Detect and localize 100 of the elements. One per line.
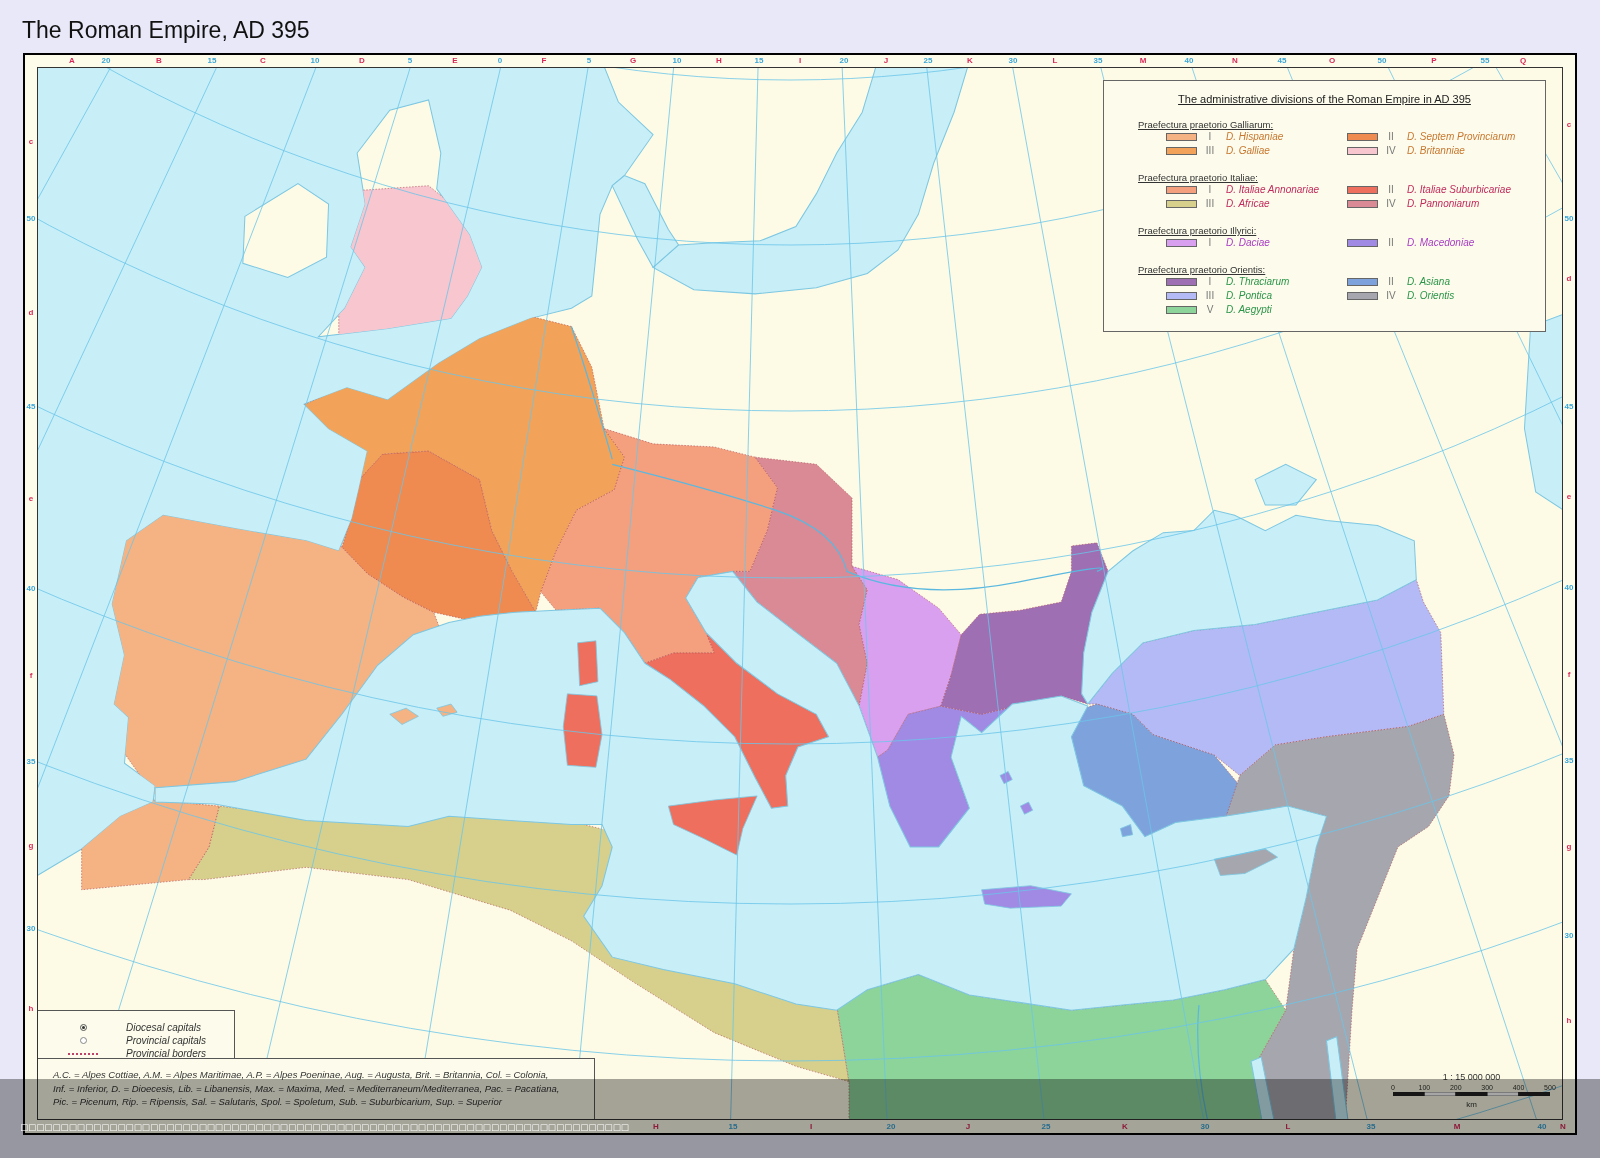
grid-label: 10	[672, 56, 682, 66]
grid-label: c	[28, 137, 34, 147]
scale-ratio: 1 : 15 000 000	[1442, 1072, 1501, 1083]
grid-label: P	[1431, 56, 1437, 66]
grid-label: 45	[26, 402, 36, 412]
diocese-name: D. Aegypti	[1226, 304, 1272, 316]
grid-label: C	[260, 56, 266, 66]
diocese-name: D. Pontica	[1226, 290, 1273, 302]
diocese-name: D. Galliae	[1226, 145, 1270, 157]
grid-label: L	[1052, 56, 1058, 66]
prefecture-heading: Praefectura praetorio Orientis:	[1137, 264, 1267, 275]
legend-title: The administrative divisions of the Roman Empire in AD 395	[1177, 93, 1472, 105]
grid-label: 30	[26, 924, 36, 934]
grid-label: B	[156, 56, 162, 66]
grid-label: g	[1566, 842, 1572, 852]
grid-label: G	[629, 56, 637, 66]
grid-label: 35	[1366, 1121, 1376, 1132]
grid-label: H	[716, 56, 722, 66]
symbol-label: Diocesal capitals	[126, 1021, 202, 1034]
prefecture-heading: Praefectura praetorio Galliarum:	[1137, 119, 1275, 130]
diocese-name: D. Septem Provinciarum	[1407, 131, 1516, 143]
grid-label: d	[1566, 274, 1572, 284]
grid-label: 40	[1564, 583, 1574, 593]
diocese-numeral: IV	[1385, 198, 1397, 210]
grid-label: 40	[1537, 1121, 1547, 1132]
grid-label: e	[28, 494, 34, 504]
grid-label: 15	[207, 56, 217, 66]
diocese-numeral: I	[1207, 184, 1213, 196]
grid-label: 20	[839, 56, 849, 66]
grid-label: 20	[101, 56, 111, 66]
symbol-label: Provincial borders	[126, 1047, 207, 1060]
grid-label: 50	[1564, 214, 1574, 224]
diocese-name: D. Hispaniae	[1226, 131, 1284, 143]
diocese-numeral: I	[1207, 237, 1213, 249]
grid-label: O	[1328, 56, 1336, 66]
grid-label: g	[28, 841, 34, 851]
grid-label: h	[28, 1004, 34, 1014]
grid-label: 0	[497, 56, 503, 66]
grid-label: 50	[1377, 56, 1387, 66]
grid-label: E	[452, 56, 458, 66]
grid-label: M	[1453, 1121, 1461, 1132]
grid-label: 35	[26, 757, 36, 767]
grid-label: 55	[1480, 56, 1490, 66]
diocese-numeral: I	[1207, 276, 1213, 288]
grid-label: 25	[1041, 1121, 1051, 1132]
grid-label: 45	[1277, 56, 1287, 66]
grid-label: 30	[1200, 1121, 1210, 1132]
grid-label: f	[1567, 670, 1571, 680]
grid-label: e	[1566, 492, 1572, 502]
symbol-label: Provincial capitals	[126, 1034, 207, 1047]
grid-label: M	[1139, 56, 1147, 66]
diocese-numeral: I	[1207, 131, 1213, 143]
grid-label: c	[1566, 120, 1572, 130]
diocese-numeral: II	[1387, 237, 1395, 249]
diocese-numeral: IV	[1385, 145, 1397, 157]
grid-label: 50	[26, 214, 36, 224]
diocese-name: D. Orientis	[1407, 290, 1455, 302]
diocese-numeral: II	[1387, 184, 1395, 196]
diocese-numeral: III	[1204, 290, 1216, 302]
grid-label: 25	[923, 56, 933, 66]
grid-label: 10	[310, 56, 320, 66]
dot-ring-icon	[79, 1024, 87, 1031]
grid-label: F	[541, 56, 547, 66]
grid-label: D	[359, 56, 365, 66]
diocese-numeral: V	[1205, 304, 1215, 316]
page-title: The Roman Empire, AD 395	[22, 17, 311, 43]
scale-unit: km	[1466, 1100, 1477, 1110]
diocese-numeral: IV	[1385, 290, 1397, 302]
grid-label: 40	[1184, 56, 1194, 66]
grid-label: 30	[1564, 931, 1574, 941]
grid-label: K	[967, 56, 973, 66]
grid-label: 35	[1564, 756, 1574, 766]
diocese-name: D. Italiae Annonariae	[1226, 184, 1320, 196]
ring-icon	[79, 1037, 87, 1044]
grid-label: N	[1560, 1121, 1566, 1132]
grid-label: I	[809, 1121, 813, 1132]
diocese-name: D. Thraciarum	[1226, 276, 1290, 288]
grid-label: 45	[1564, 402, 1574, 412]
grid-label: K	[1122, 1121, 1128, 1132]
diocese-name: D. Daciae	[1226, 237, 1270, 249]
prefecture-heading: Praefectura praetorio Illyrici:	[1137, 225, 1258, 236]
grid-label: H	[653, 1121, 659, 1132]
diocese-name: D. Africae	[1226, 198, 1270, 210]
grid-label: 5	[586, 56, 592, 66]
grid-label: I	[798, 56, 802, 66]
grid-label: f	[29, 671, 33, 681]
grid-label: J	[965, 1121, 971, 1132]
diocese-numeral: III	[1204, 145, 1216, 157]
grid-label: 30	[1008, 56, 1018, 66]
diocese-numeral: II	[1387, 131, 1395, 143]
grid-label: N	[1232, 56, 1238, 66]
abbreviation-text: A.C. = Alpes Cottiae, A.M. = Alpes Maritimae, A.P. = Alpes Poeninae, Aug. = Augusta, Brit. = Britannia, Col. = Colonia, Inf. = Inferior, D. = Dioecesis, Lib. = Libanensis, Max. = Maxima, Med. = Mediterraneum/Mediterranea, Pac. = Pacatiana, Pic. = Picenum, Rip. = Ripensis, Sal. = Salutaris, Spol. = Spoletum, Sub. = Suburbicarium, Sup. = Superior	[53, 1068, 561, 1109]
grid-label: L	[1285, 1121, 1291, 1132]
grid-label: 5	[407, 56, 413, 66]
grid-label: 40	[26, 584, 36, 594]
diocese-name: D. Italiae Suburbicariae	[1407, 184, 1511, 196]
prefecture-heading: Praefectura praetorio Italiae:	[1137, 172, 1259, 183]
diocese-numeral: II	[1387, 276, 1395, 288]
diocese-name: D. Pannoniarum	[1407, 198, 1480, 210]
diocese-numeral: III	[1204, 198, 1216, 210]
